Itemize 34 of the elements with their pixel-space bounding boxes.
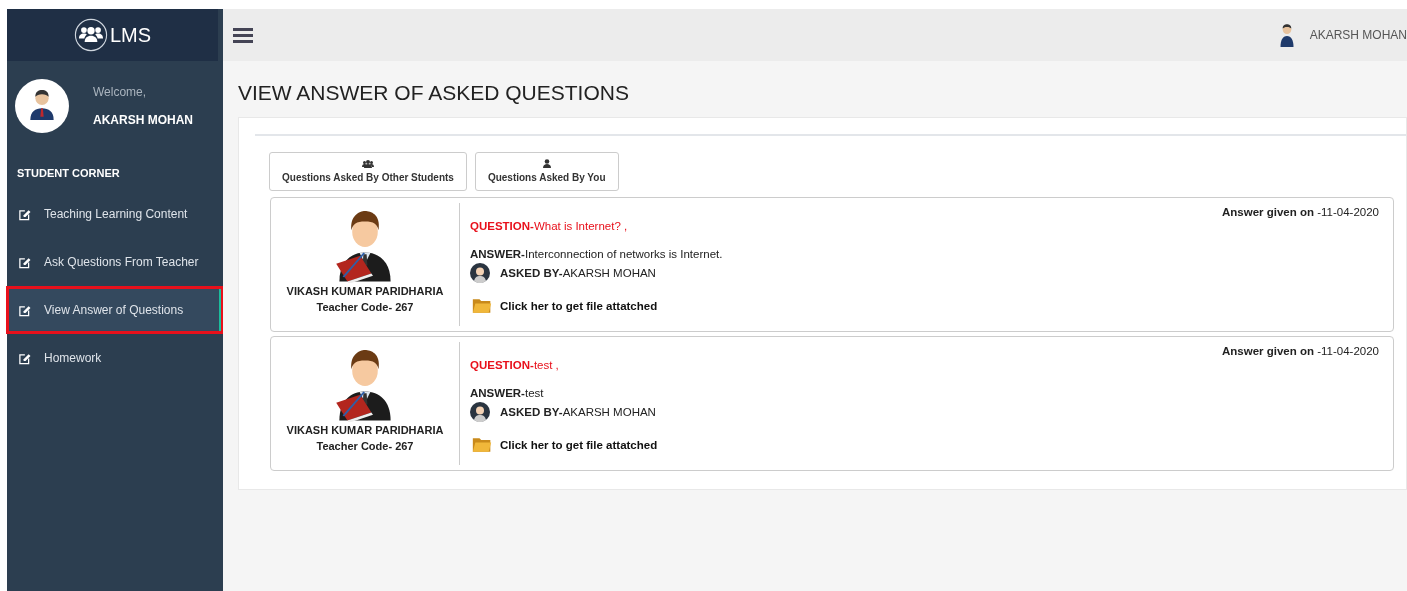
user-avatar-icon — [470, 402, 490, 422]
question-text: QUESTION-test , — [470, 359, 560, 371]
people-logo-icon — [73, 18, 108, 52]
file-link[interactable]: Click her to get file attatched — [470, 435, 1379, 455]
page-title: VIEW ANSWER OF ASKED QUESTIONS — [238, 81, 630, 105]
answer-text: ANSWER-Interconnection of networks is Internet. — [470, 248, 724, 260]
user-name[interactable]: AKARSH MOHAN — [1309, 28, 1407, 42]
sidebar-item[interactable]: Ask Questions From Teacher — [7, 239, 223, 285]
user-avatar-icon — [470, 263, 490, 283]
section-heading: STUDENT CORNER — [16, 166, 121, 181]
folder-icon — [470, 296, 494, 316]
folder-icon — [470, 435, 494, 455]
sidebar-item[interactable]: Teaching Learning Content — [7, 191, 223, 237]
menu-icon[interactable] — [233, 26, 253, 44]
question-text: QUESTION-What is Internet? , — [470, 220, 629, 232]
filter-button[interactable]: Questions Asked By You — [474, 152, 619, 191]
asked-by-text: ASKED BY-AKARSH MOHAN — [500, 406, 656, 418]
brand-title: LMS — [109, 23, 152, 47]
welcome-text: Welcome, — [93, 85, 148, 99]
teacher-code: Teacher Code- 267 — [316, 301, 414, 313]
user-icon — [540, 159, 553, 168]
teacher-name: VIKASH KUMAR PARIDHARIA — [286, 424, 444, 436]
asked-by-text: ASKED BY-AKARSH MOHAN — [500, 267, 656, 279]
filter-button[interactable]: Questions Asked By Other Students — [269, 152, 467, 191]
user-name: AKARSH MOHAN — [93, 113, 193, 127]
sidebar-item[interactable]: View Answer of Questions — [7, 287, 223, 333]
answer-date: Answer given on -11-04-2020 — [1221, 206, 1379, 218]
file-link[interactable]: Click her to get file attatched — [470, 296, 1379, 316]
answer-date: Answer given on -11-04-2020 — [1221, 345, 1379, 357]
teacher-code: Teacher Code- 267 — [316, 440, 414, 452]
users-icon — [361, 159, 374, 168]
teacher-name: VIKASH KUMAR PARIDHARIA — [286, 285, 444, 297]
sidebar-item[interactable]: Homework — [7, 335, 223, 381]
answer-text: ANSWER-test — [470, 387, 545, 399]
